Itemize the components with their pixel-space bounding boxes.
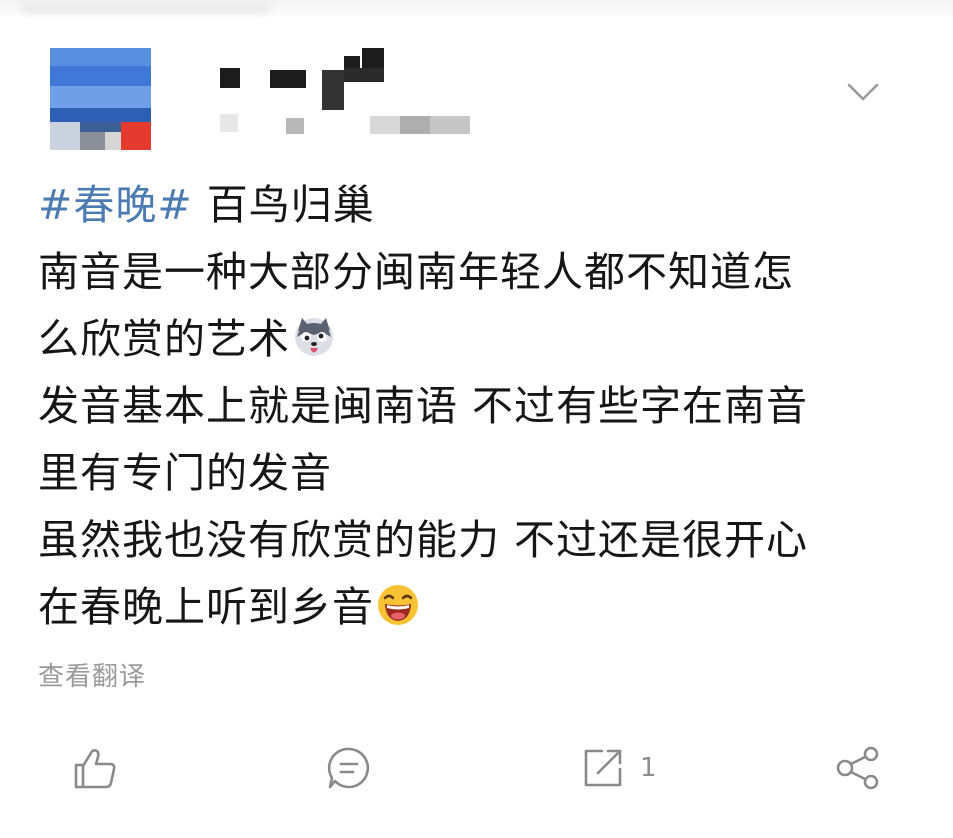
action-bar: 1 xyxy=(0,738,953,798)
laughing-emoji xyxy=(376,580,420,625)
post-line: 里有专门的发音 xyxy=(38,449,332,497)
like-button[interactable] xyxy=(72,738,118,798)
share-icon xyxy=(834,745,882,791)
post-line: 虽然我也没有欣赏的能力 不过还是很开心 xyxy=(38,516,809,564)
post-body: #春晚# 百鸟归巢 南音是一种大部分闽南年轻人都不知道怎 么欣赏的艺术 发音基本… xyxy=(38,172,918,641)
repost-icon xyxy=(580,745,626,791)
repost-button[interactable]: 1 xyxy=(580,738,657,798)
view-translation-link[interactable]: 查看翻译 xyxy=(38,656,146,693)
chevron-down-icon[interactable] xyxy=(846,80,880,104)
repost-count: 1 xyxy=(640,753,657,783)
post-title-line: #春晚# 百鸟归巢 xyxy=(38,172,918,239)
hashtag-link[interactable]: #春晚# xyxy=(38,181,193,229)
post-line: 发音基本上就是闽南语 不过有些字在南音 xyxy=(38,382,809,430)
top-strip xyxy=(0,0,953,18)
post-line: 南音是一种大部分闽南年轻人都不知道怎 xyxy=(38,248,794,296)
username-redacted[interactable] xyxy=(210,48,390,110)
thumbs-up-icon xyxy=(72,745,118,791)
avatar[interactable] xyxy=(50,48,151,150)
post-line: 么欣赏的艺术 xyxy=(38,306,918,373)
husky-emoji xyxy=(292,312,336,356)
post-line: 在春晚上听到乡音 xyxy=(38,574,918,641)
post-title: 百鸟归巢 xyxy=(192,181,375,229)
comment-button[interactable] xyxy=(326,738,372,798)
post-meta-redacted xyxy=(220,112,480,142)
share-button[interactable] xyxy=(834,738,882,798)
comment-bubble-icon xyxy=(326,745,372,791)
